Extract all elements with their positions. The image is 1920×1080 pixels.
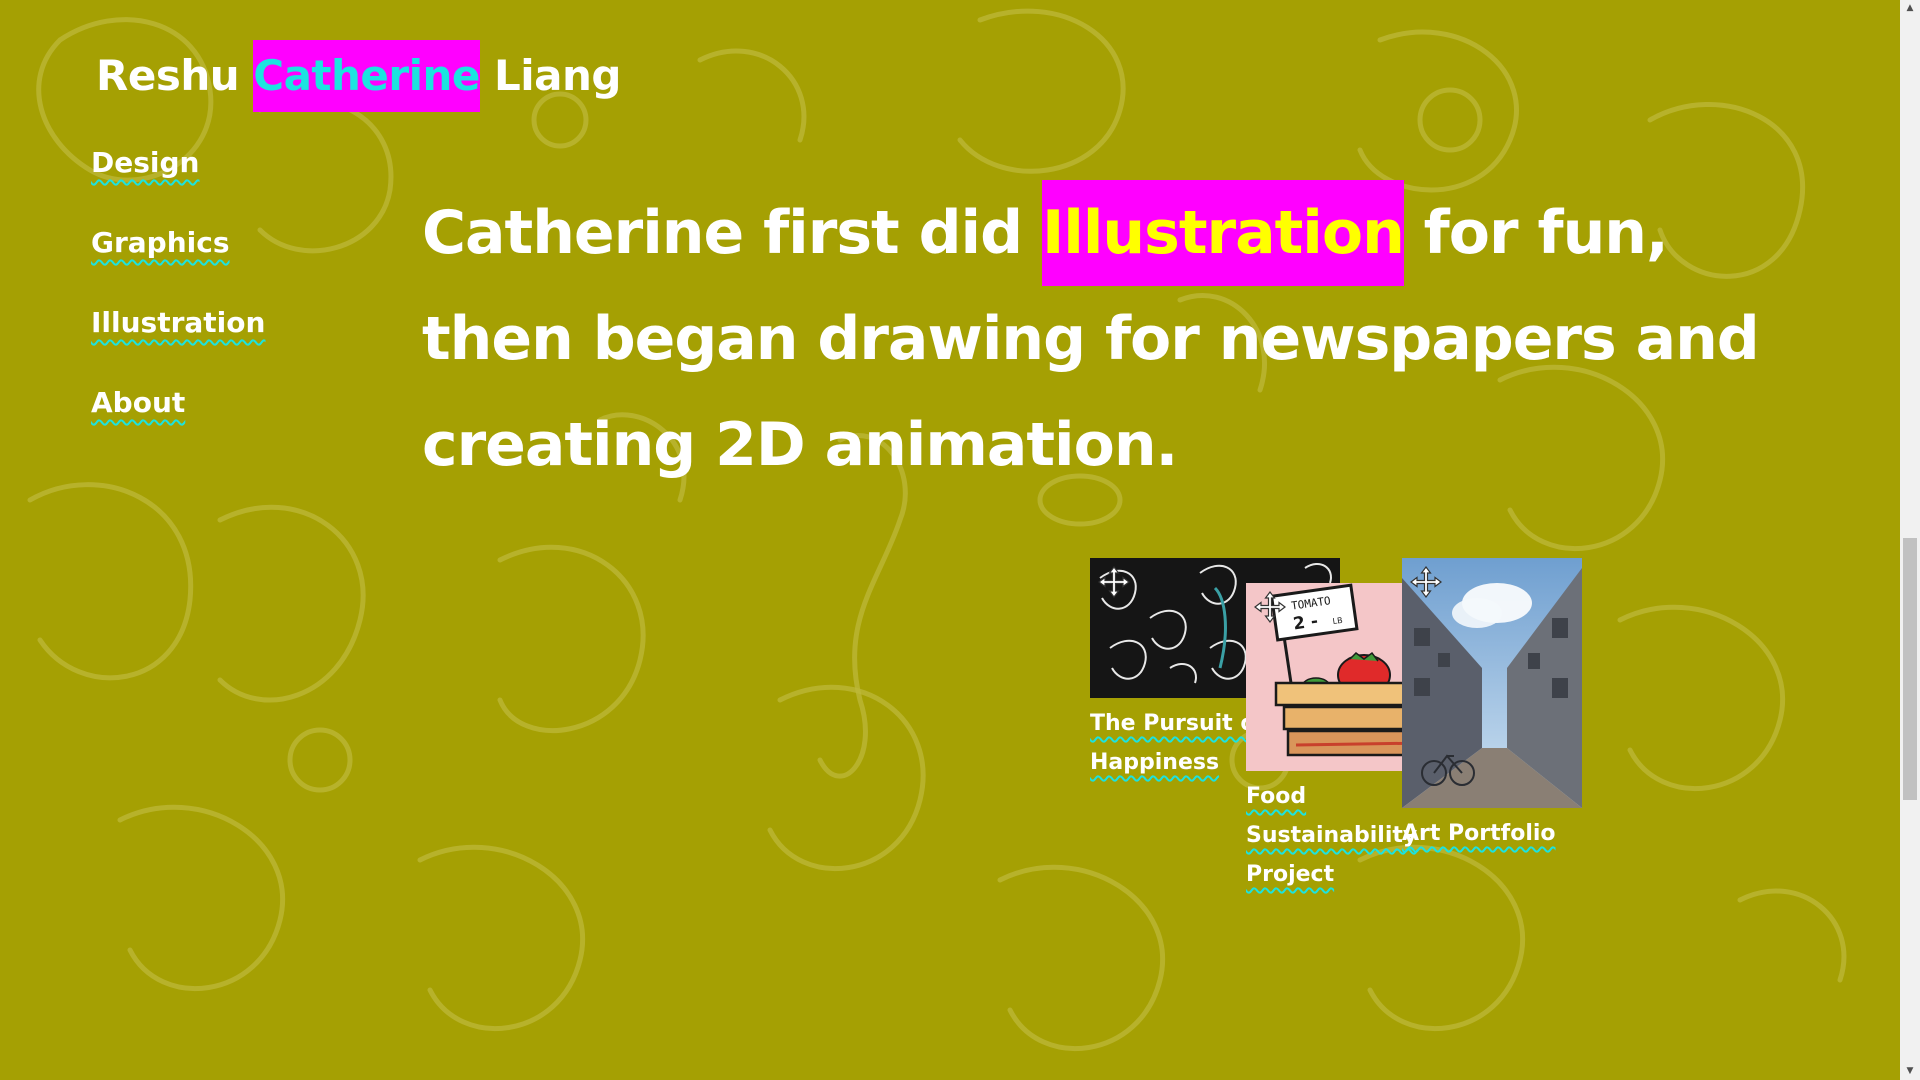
headline-line-2: then began drawing for newspapers and xyxy=(422,304,1760,374)
project-card-art-portfolio[interactable]: Art Portfolio xyxy=(1402,558,1582,853)
intro-headline: Catherine first did Illustration for fun… xyxy=(422,180,1760,498)
headline-line-3: creating 2D animation. xyxy=(422,410,1178,480)
site-title-last: Liang xyxy=(479,51,621,100)
nav-link-graphics[interactable]: Graphics xyxy=(91,226,265,306)
project-title-art-portfolio[interactable]: Art Portfolio xyxy=(1402,814,1582,853)
scroll-down-arrow-icon[interactable]: ▼ xyxy=(1900,1063,1920,1080)
vertical-scrollbar[interactable]: ▲ ▼ xyxy=(1900,0,1920,1080)
headline-before: Catherine first did xyxy=(422,198,1042,268)
headline-highlight: Illustration xyxy=(1041,180,1405,286)
site-title[interactable]: Reshu Catherine Liang xyxy=(96,40,621,112)
headline-after-1: for fun, xyxy=(1403,198,1669,268)
move-icon[interactable] xyxy=(1408,564,1444,600)
project-card-food-sustainability[interactable]: TOMATO 2 - LB Food Sustainability Projec… xyxy=(1246,583,1426,894)
nav-link-illustration[interactable]: Illustration xyxy=(91,306,265,386)
project-title-food-sustainability[interactable]: Food Sustainability Project xyxy=(1246,777,1426,894)
project-thumbnail-art-portfolio[interactable] xyxy=(1402,558,1582,808)
site-title-first: Reshu xyxy=(96,51,254,100)
move-icon[interactable] xyxy=(1252,589,1288,625)
site-title-highlight: Catherine xyxy=(253,40,480,112)
nav-link-about[interactable]: About xyxy=(91,386,265,466)
move-icon[interactable] xyxy=(1096,564,1132,600)
scrollbar-thumb[interactable] xyxy=(1903,538,1917,800)
project-thumbnail-food-sustainability[interactable]: TOMATO 2 - LB xyxy=(1246,583,1426,771)
background-doodle-pattern xyxy=(27,8,1847,1052)
sign-price: 2 - xyxy=(1292,611,1319,634)
scroll-up-arrow-icon[interactable]: ▲ xyxy=(1900,0,1920,17)
nav-link-design[interactable]: Design xyxy=(91,146,265,226)
main-nav: Design Graphics Illustration About xyxy=(91,146,265,466)
sign-unit: LB xyxy=(1332,616,1343,626)
